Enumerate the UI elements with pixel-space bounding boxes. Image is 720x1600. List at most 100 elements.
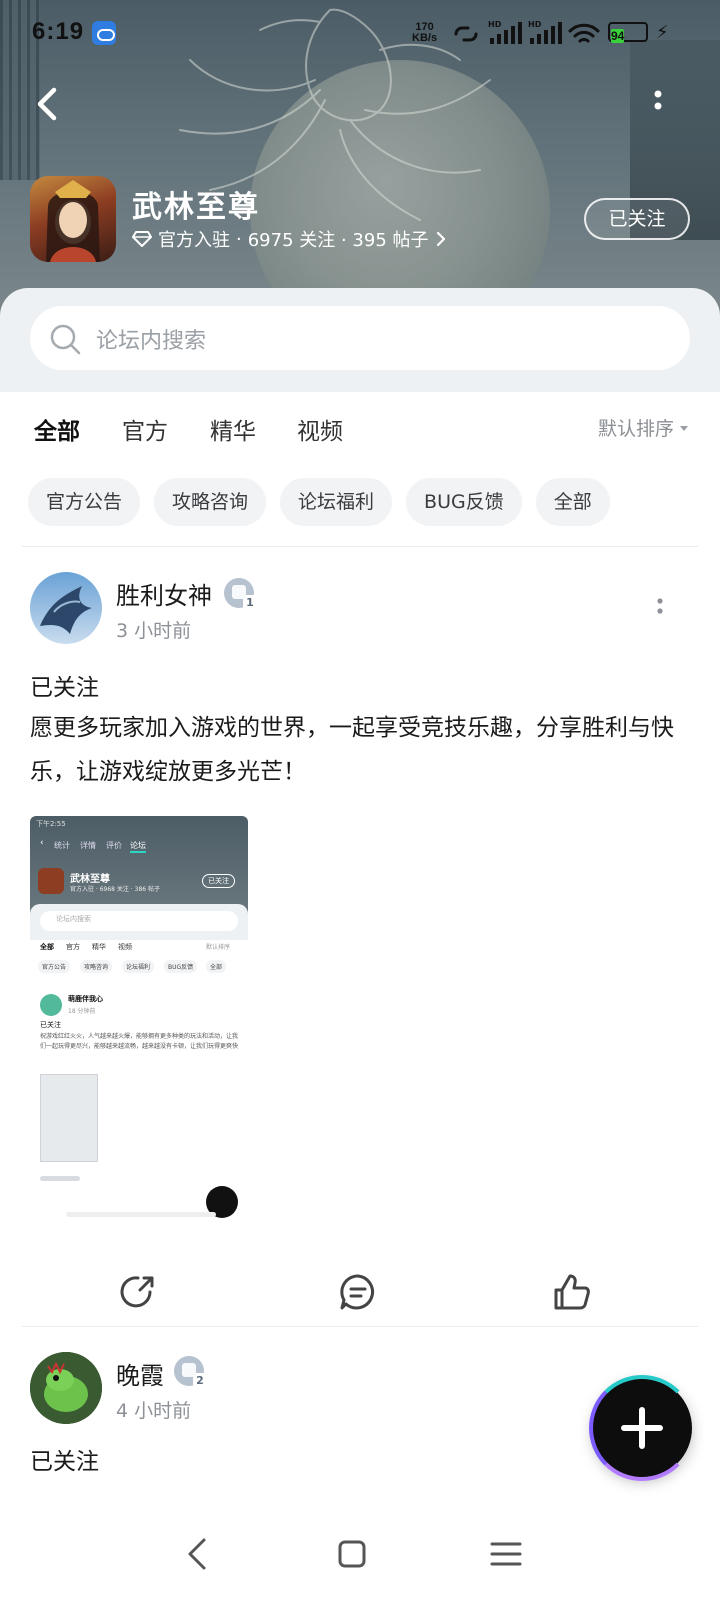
- thumbnail-time: 下午2:55: [36, 820, 66, 828]
- thumbnail-tab-video: 视频: [118, 943, 132, 951]
- filter-tabs: 全部 官方 精华 视频 默认排序: [0, 392, 720, 462]
- thumbnail-chip-1: 官方公告: [38, 960, 71, 973]
- search-section: 论坛内搜索: [0, 288, 720, 392]
- thumbnail-search-text: 论坛内搜索: [56, 915, 91, 923]
- search-input[interactable]: 论坛内搜索: [30, 306, 690, 370]
- level-badge: 2: [174, 1356, 207, 1389]
- chip-announcements[interactable]: 官方公告: [28, 478, 141, 526]
- forum-header-banner: 6:19 170 KB/s HD HD 94 ⚡ 武林至尊 官方入驻 · 697…: [0, 0, 720, 320]
- thumbnail-game-avatar: [38, 868, 64, 894]
- thumbnail-author: 萌鹿伴我心: [68, 995, 103, 1003]
- network-speed: 170 KB/s: [412, 22, 437, 44]
- app-notification-icon: [92, 21, 116, 45]
- chip-guides[interactable]: 攻略咨询: [154, 478, 267, 526]
- create-post-button[interactable]: [589, 1375, 695, 1481]
- thumbnail-back-icon: ‹: [40, 838, 44, 848]
- tab-all[interactable]: 全部: [34, 412, 80, 454]
- thumbnail-follow-status: 已关注: [40, 1021, 61, 1029]
- wifi-icon: [568, 23, 600, 43]
- battery-indicator: 94: [608, 22, 648, 43]
- thumbnail-banner: [30, 816, 248, 916]
- share-icon[interactable]: [116, 1270, 160, 1314]
- signal-2-icon: [530, 22, 562, 44]
- thumbnail-game-name: 武林至尊: [70, 874, 110, 885]
- post-author-name[interactable]: 胜利女神: [116, 576, 212, 611]
- like-icon[interactable]: [550, 1270, 594, 1314]
- thumbnail-line: [40, 1176, 80, 1181]
- game-name: 武林至尊: [132, 190, 260, 225]
- tab-video[interactable]: 视频: [297, 412, 343, 446]
- system-navigation-bar: [0, 1506, 720, 1600]
- divider: [22, 1326, 698, 1327]
- post-author-name[interactable]: 晚霞: [116, 1356, 164, 1391]
- diamond-icon: [132, 231, 152, 247]
- thumbnail-chip-4: BUG反馈: [164, 960, 198, 973]
- post-follow-status: 已关注: [30, 1449, 99, 1475]
- battery-level: 94: [611, 29, 625, 43]
- follow-button[interactable]: 已关注: [584, 198, 690, 240]
- thumbnail-sort: 默认排序: [206, 944, 231, 951]
- plus-icon: [621, 1407, 663, 1449]
- signal-1-icon: [490, 22, 522, 44]
- meta-separator: ·: [236, 228, 242, 250]
- official-label: 官方入驻: [158, 230, 230, 251]
- charging-icon: ⚡: [656, 22, 669, 43]
- thumbnail-chip-2: 攻略咨询: [80, 960, 113, 973]
- post-author-avatar[interactable]: [30, 1352, 102, 1424]
- thumbnail-author-avatar: [40, 994, 62, 1016]
- game-meta[interactable]: 官方入驻 · 6975 关注 · 395 帖子: [132, 226, 447, 252]
- thumbnail-post-time: 18 分钟前: [68, 1008, 96, 1015]
- chevron-right-icon: [436, 231, 445, 247]
- chip-benefits[interactable]: 论坛福利: [280, 478, 393, 526]
- caret-down-icon: [680, 425, 688, 431]
- game-avatar[interactable]: [30, 176, 116, 262]
- thumbnail-nested-image: [40, 1074, 98, 1162]
- thumbnail-chip-5: 全部: [206, 960, 227, 973]
- post-actions: [0, 1270, 720, 1334]
- status-bar: 6:19 170 KB/s HD HD 94 ⚡: [0, 18, 720, 50]
- sort-label: 默认排序: [597, 418, 674, 440]
- post-author-avatar[interactable]: [30, 572, 102, 644]
- network-speed-unit: KB/s: [412, 32, 438, 44]
- divider: [22, 546, 698, 547]
- game-info: 武林至尊 官方入驻 · 6975 关注 · 395 帖子 已关注: [30, 176, 690, 264]
- thumbnail-chip-3: 论坛福利: [122, 960, 155, 973]
- game-avatar-art: [46, 180, 100, 262]
- thumbnail-tab-detail: 详情: [80, 841, 96, 850]
- level-number: 1: [243, 595, 257, 611]
- tab-official[interactable]: 官方: [122, 412, 168, 446]
- thumbnail-tab-stats: 统计: [54, 841, 70, 850]
- game-stats: 6975 关注 · 395 帖子: [247, 230, 429, 251]
- category-chips: 官方公告 攻略咨询 论坛福利 BUG反馈 全部: [28, 478, 610, 528]
- nav-menu-icon[interactable]: [484, 1532, 528, 1576]
- thumbnail-tab-review: 评价: [106, 841, 122, 850]
- comment-icon[interactable]: [336, 1270, 380, 1314]
- post-time: 3 小时前: [116, 620, 192, 642]
- level-number: 2: [193, 1373, 207, 1389]
- more-vertical-icon[interactable]: [646, 88, 670, 124]
- thumbnail-tab-official: 官方: [66, 943, 80, 951]
- dinosaur-avatar-art: [30, 1352, 102, 1424]
- search-icon: [50, 324, 81, 355]
- back-icon[interactable]: [28, 80, 68, 128]
- thumbnail-game-stats: 官方入驻 · 6968 关注 · 386 帖子: [70, 886, 160, 893]
- post-more-icon[interactable]: [654, 596, 666, 622]
- tab-featured[interactable]: 精华: [210, 412, 256, 446]
- thumbnail-tab-featured: 精华: [92, 943, 106, 951]
- dragon-avatar-art: [40, 586, 92, 634]
- thumbnail-action-bar: [66, 1212, 216, 1217]
- post-time: 4 小时前: [116, 1400, 192, 1422]
- link-icon: [454, 26, 478, 42]
- level-badge: 1: [224, 578, 257, 611]
- nav-home-icon[interactable]: [330, 1532, 374, 1576]
- thumbnail-tab-all: 全部: [40, 943, 54, 951]
- nav-back-icon[interactable]: [176, 1532, 220, 1576]
- post-follow-status: 已关注: [30, 675, 99, 701]
- post-image[interactable]: 下午2:55 ‹ 统计 详情 评价 论坛 武林至尊 官方入驻 · 6968 关注…: [30, 816, 248, 1236]
- status-time: 6:19: [32, 18, 85, 45]
- search-placeholder: 论坛内搜索: [96, 329, 207, 354]
- chip-bug-report[interactable]: BUG反馈: [406, 478, 522, 526]
- sort-dropdown[interactable]: 默认排序: [598, 414, 690, 441]
- post-content[interactable]: 愿更多玩家加入游戏的世界，一起享受竞技乐趣，分享胜利与快乐，让游戏绽放更多光芒！: [30, 706, 690, 794]
- chip-all[interactable]: 全部: [535, 478, 610, 526]
